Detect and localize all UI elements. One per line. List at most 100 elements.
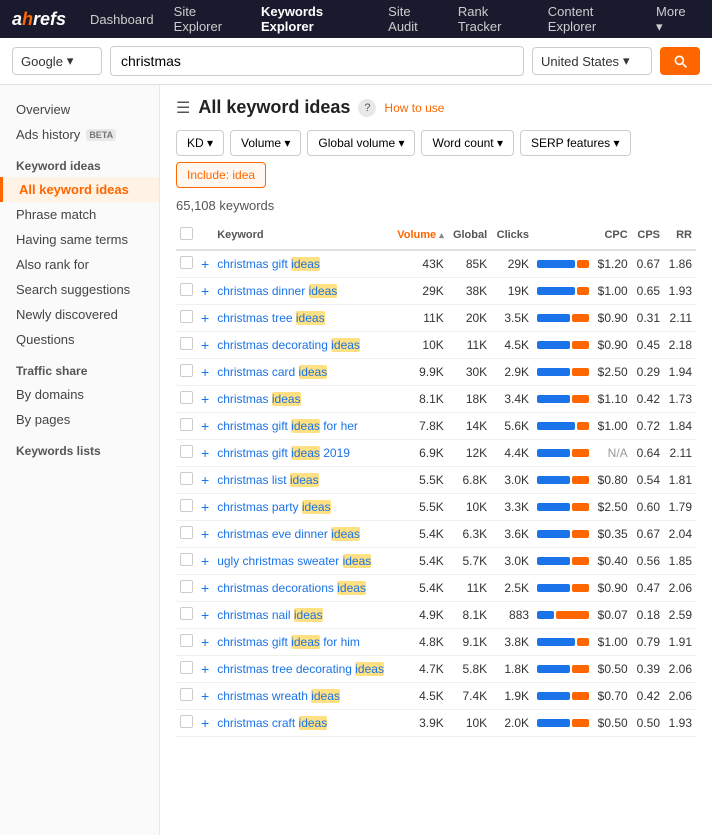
row-checkbox[interactable] [180,688,193,701]
add-keyword-button[interactable]: + [201,553,209,569]
sidebar-item-overview[interactable]: Overview [0,97,159,122]
header-checkbox[interactable] [180,227,193,240]
keyword-link[interactable]: christmas wreath ideas [217,689,340,703]
row-checkbox[interactable] [180,283,193,296]
hamburger-icon[interactable]: ☰ [176,98,190,118]
add-keyword-button[interactable]: + [201,607,209,623]
sidebar-item-newly-discovered[interactable]: Newly discovered [0,302,159,327]
filter-global-volume[interactable]: Global volume ▾ [307,130,415,156]
search-button[interactable] [660,47,700,75]
row-checkbox[interactable] [180,607,193,620]
add-keyword-button[interactable]: + [201,499,209,515]
sidebar-item-by-domains[interactable]: By domains [0,382,159,407]
row-checkbox[interactable] [180,310,193,323]
row-checkbox[interactable] [180,364,193,377]
sidebar-item-having-same-terms[interactable]: Having same terms [0,227,159,252]
filter-word-count[interactable]: Word count ▾ [421,130,514,156]
keyword-link[interactable]: christmas gift ideas for him [217,635,360,649]
nav-content-explorer[interactable]: Content Explorer [540,0,644,38]
sidebar-item-all-keyword-ideas[interactable]: All keyword ideas [0,177,159,202]
keyword-link[interactable]: christmas gift ideas 2019 [217,446,350,460]
nav-dashboard[interactable]: Dashboard [82,0,162,38]
sidebar-item-phrase-match[interactable]: Phrase match [0,202,159,227]
add-keyword-button[interactable]: + [201,310,209,326]
sidebar-item-also-rank-for[interactable]: Also rank for [0,252,159,277]
row-checkbox[interactable] [180,580,193,593]
keyword-link[interactable]: christmas party ideas [217,500,330,514]
add-keyword-button[interactable]: + [201,364,209,380]
row-checkbox[interactable] [180,445,193,458]
nav-site-audit[interactable]: Site Audit [380,0,446,38]
sidebar-item-by-pages[interactable]: By pages [0,407,159,432]
filter-kd[interactable]: KD ▾ [176,130,224,156]
col-header-keyword[interactable]: Keyword [213,221,393,250]
col-header-cps[interactable]: CPS [632,221,664,250]
row-checkbox[interactable] [180,418,193,431]
keyword-link[interactable]: christmas dinner ideas [217,284,337,298]
engine-select[interactable]: Google ▾ [12,47,102,75]
keyword-link[interactable]: christmas nail ideas [217,608,322,622]
keyword-link[interactable]: ugly christmas sweater ideas [217,554,371,568]
keyword-link[interactable]: christmas tree ideas [217,311,324,325]
nav-rank-tracker[interactable]: Rank Tracker [450,0,536,38]
how-to-use-link[interactable]: How to use [384,101,444,115]
add-keyword-button[interactable]: + [201,634,209,650]
global-cell: 10K [448,710,491,737]
filter-serp-features[interactable]: SERP features ▾ [520,130,631,156]
keyword-cell: christmas gift ideas [213,250,393,278]
page-title-row: ☰ All keyword ideas ? How to use [176,97,696,118]
row-checkbox[interactable] [180,553,193,566]
row-checkbox[interactable] [180,472,193,485]
cps-cell: 0.18 [632,602,664,629]
col-header-global[interactable]: Global [448,221,491,250]
nav-keywords-explorer[interactable]: Keywords Explorer [253,0,376,38]
country-select[interactable]: United States ▾ [532,47,652,75]
keyword-link[interactable]: christmas ideas [217,392,300,406]
sidebar-item-ads-history[interactable]: Ads history BETA [0,122,159,147]
row-checkbox[interactable] [180,256,193,269]
add-keyword-button[interactable]: + [201,283,209,299]
col-header-volume[interactable]: Volume ▴ [393,221,448,250]
col-header-cpc[interactable]: CPC [593,221,632,250]
row-checkbox[interactable] [180,337,193,350]
keyword-link[interactable]: christmas card ideas [217,365,327,379]
add-keyword-button[interactable]: + [201,391,209,407]
add-keyword-button[interactable]: + [201,526,209,542]
nav-more[interactable]: More ▾ [648,0,700,38]
add-keyword-button[interactable]: + [201,337,209,353]
col-header-clicks[interactable]: Clicks [491,221,533,250]
filter-include[interactable]: Include: idea [176,162,266,188]
row-checkbox[interactable] [180,526,193,539]
keyword-link[interactable]: christmas eve dinner ideas [217,527,360,541]
row-checkbox[interactable] [180,499,193,512]
row-checkbox[interactable] [180,634,193,647]
add-keyword-button[interactable]: + [201,661,209,677]
bar-orange [572,341,589,349]
row-checkbox[interactable] [180,661,193,674]
keyword-link[interactable]: christmas gift ideas [217,257,320,271]
keyword-link[interactable]: christmas gift ideas for her [217,419,358,433]
keyword-link[interactable]: christmas decorations ideas [217,581,366,595]
row-checkbox[interactable] [180,391,193,404]
help-button[interactable]: ? [358,99,376,117]
filter-volume[interactable]: Volume ▾ [230,130,301,156]
bar-orange [572,692,589,700]
add-keyword-button[interactable]: + [201,445,209,461]
add-keyword-button[interactable]: + [201,472,209,488]
add-keyword-button[interactable]: + [201,418,209,434]
col-header-rr[interactable]: RR [664,221,696,250]
keyword-link[interactable]: christmas decorating ideas [217,338,360,352]
add-keyword-button[interactable]: + [201,715,209,731]
row-checkbox[interactable] [180,715,193,728]
nav-site-explorer[interactable]: Site Explorer [166,0,249,38]
sidebar-item-questions[interactable]: Questions [0,327,159,352]
add-keyword-button[interactable]: + [201,256,209,272]
add-keyword-button[interactable]: + [201,580,209,596]
clicks-cell: 3.4K [491,386,533,413]
add-keyword-button[interactable]: + [201,688,209,704]
sidebar-item-search-suggestions[interactable]: Search suggestions [0,277,159,302]
keyword-link[interactable]: christmas craft ideas [217,716,327,730]
keyword-link[interactable]: christmas tree decorating ideas [217,662,384,676]
search-input[interactable] [110,46,524,76]
keyword-link[interactable]: christmas list ideas [217,473,318,487]
